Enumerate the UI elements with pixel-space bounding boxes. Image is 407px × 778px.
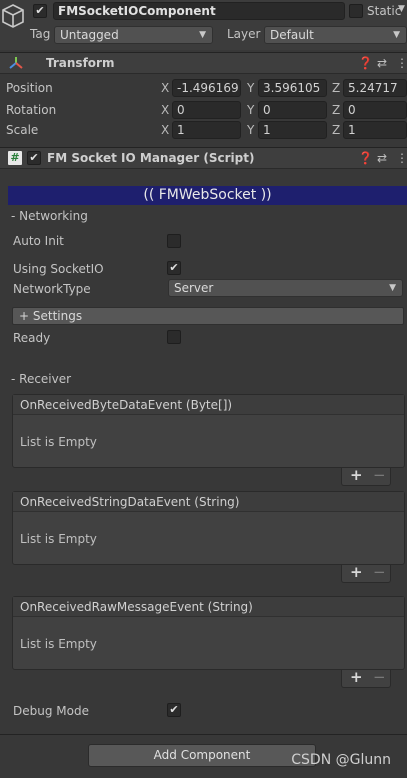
static-label: Static [367, 4, 402, 18]
list-empty-text: List is Empty [20, 435, 97, 449]
gameobject-header: ✔ FMSocketIOComponent Static ▼ Tag Untag… [0, 0, 407, 50]
watermark-text: CSDN @Glunn [291, 752, 391, 768]
raw-message-event-list: OnReceivedRawMessageEvent (String) List … [12, 596, 405, 670]
gameobject-active-checkbox[interactable]: ✔ [33, 4, 47, 18]
tag-label: Tag [30, 27, 51, 41]
scale-label: Scale [6, 123, 39, 137]
axis-z-label: Z [332, 81, 341, 95]
event-title: OnReceivedRawMessageEvent (String) [13, 597, 404, 617]
receiver-header[interactable]: - Receiver [11, 372, 71, 386]
chevron-down-icon: ▼ [393, 30, 400, 40]
rotation-x-input[interactable]: 0 [172, 101, 241, 119]
string-data-event-list: OnReceivedStringDataEvent (String) List … [12, 491, 405, 565]
divider [0, 734, 407, 735]
transform-header[interactable]: Transform ❓ ⇄ ⋮ [0, 52, 407, 74]
raw-event-add-remove: + − [341, 668, 391, 688]
rotation-y-input[interactable]: 0 [258, 101, 327, 119]
position-y-input[interactable]: 3.596105 [258, 79, 327, 97]
tag-value: Untagged [60, 28, 119, 42]
gameobject-cube-icon [2, 4, 24, 28]
scale-x-input[interactable]: 1 [172, 121, 241, 139]
more-icon[interactable]: ⋮ [396, 151, 407, 165]
network-type-label: NetworkType [13, 282, 91, 296]
transform-icon [9, 57, 23, 69]
remove-icon[interactable]: − [373, 668, 386, 686]
transform-title: Transform [46, 56, 115, 70]
list-empty-text: List is Empty [20, 637, 97, 651]
byte-data-event-list: OnReceivedByteDataEvent (Byte[]) List is… [12, 394, 405, 468]
more-icon[interactable]: ⋮ [396, 56, 407, 70]
axis-z-label: Z [332, 103, 341, 117]
auto-init-label: Auto Init [13, 234, 64, 248]
axis-y-label: Y [247, 81, 255, 95]
preset-icon[interactable]: ⇄ [377, 151, 387, 165]
add-icon[interactable]: + [350, 668, 363, 686]
network-type-value: Server [174, 281, 214, 295]
help-icon[interactable]: ❓ [358, 151, 373, 165]
static-dropdown-icon[interactable]: ▼ [398, 4, 405, 14]
ready-checkbox[interactable] [167, 330, 181, 344]
using-socketio-checkbox[interactable]: ✔ [167, 261, 181, 275]
axis-x-label: X [161, 81, 170, 95]
remove-icon[interactable]: − [373, 563, 386, 581]
add-icon[interactable]: + [350, 466, 363, 484]
position-label: Position [6, 81, 53, 95]
static-checkbox[interactable] [349, 4, 363, 18]
script-component-header[interactable]: # ✔ FM Socket IO Manager (Script) ❓ ⇄ ⋮ [0, 147, 407, 169]
using-socketio-label: Using SocketIO [13, 262, 104, 276]
script-enabled-checkbox[interactable]: ✔ [27, 151, 41, 165]
rotation-z-input[interactable]: 0 [343, 101, 407, 119]
settings-foldout[interactable]: + Settings [12, 307, 404, 325]
tag-dropdown[interactable]: Untagged ▼ [54, 26, 213, 44]
axis-x-label: X [161, 123, 170, 137]
fmwebsocket-banner: (( FMWebSocket )) [8, 186, 407, 205]
position-x-input[interactable]: -1.496169 [172, 79, 241, 97]
axis-x-label: X [161, 103, 170, 117]
event-title: OnReceivedStringDataEvent (String) [13, 492, 404, 512]
script-title: FM Socket IO Manager (Script) [47, 151, 255, 165]
axis-y-label: Y [247, 103, 255, 117]
scale-z-input[interactable]: 1 [343, 121, 407, 139]
auto-init-checkbox[interactable] [167, 234, 181, 248]
preset-icon[interactable]: ⇄ [377, 56, 387, 70]
gameobject-name-input[interactable]: FMSocketIOComponent [53, 2, 345, 20]
script-icon: # [8, 151, 22, 165]
network-type-dropdown[interactable]: Server ▼ [168, 279, 403, 297]
layer-dropdown[interactable]: Default ▼ [264, 26, 407, 44]
networking-header[interactable]: - Networking [11, 209, 88, 223]
add-icon[interactable]: + [350, 563, 363, 581]
axis-y-label: Y [247, 123, 255, 137]
chevron-down-icon: ▼ [389, 283, 396, 293]
list-empty-text: List is Empty [20, 532, 97, 546]
help-icon[interactable]: ❓ [358, 56, 373, 70]
rotation-label: Rotation [6, 103, 57, 117]
position-z-input[interactable]: 5.24717 [343, 79, 407, 97]
remove-icon[interactable]: − [373, 466, 386, 484]
ready-label: Ready [13, 331, 51, 345]
axis-z-label: Z [332, 123, 341, 137]
debug-mode-label: Debug Mode [13, 704, 89, 718]
byte-event-add-remove: + − [341, 466, 391, 486]
debug-mode-checkbox[interactable]: ✔ [167, 703, 181, 717]
string-event-add-remove: + − [341, 563, 391, 583]
scale-y-input[interactable]: 1 [258, 121, 327, 139]
event-title: OnReceivedByteDataEvent (Byte[]) [13, 395, 404, 415]
chevron-down-icon: ▼ [199, 30, 206, 40]
layer-label: Layer [227, 27, 261, 41]
add-component-button[interactable]: Add Component [88, 744, 316, 767]
layer-value: Default [270, 28, 314, 42]
